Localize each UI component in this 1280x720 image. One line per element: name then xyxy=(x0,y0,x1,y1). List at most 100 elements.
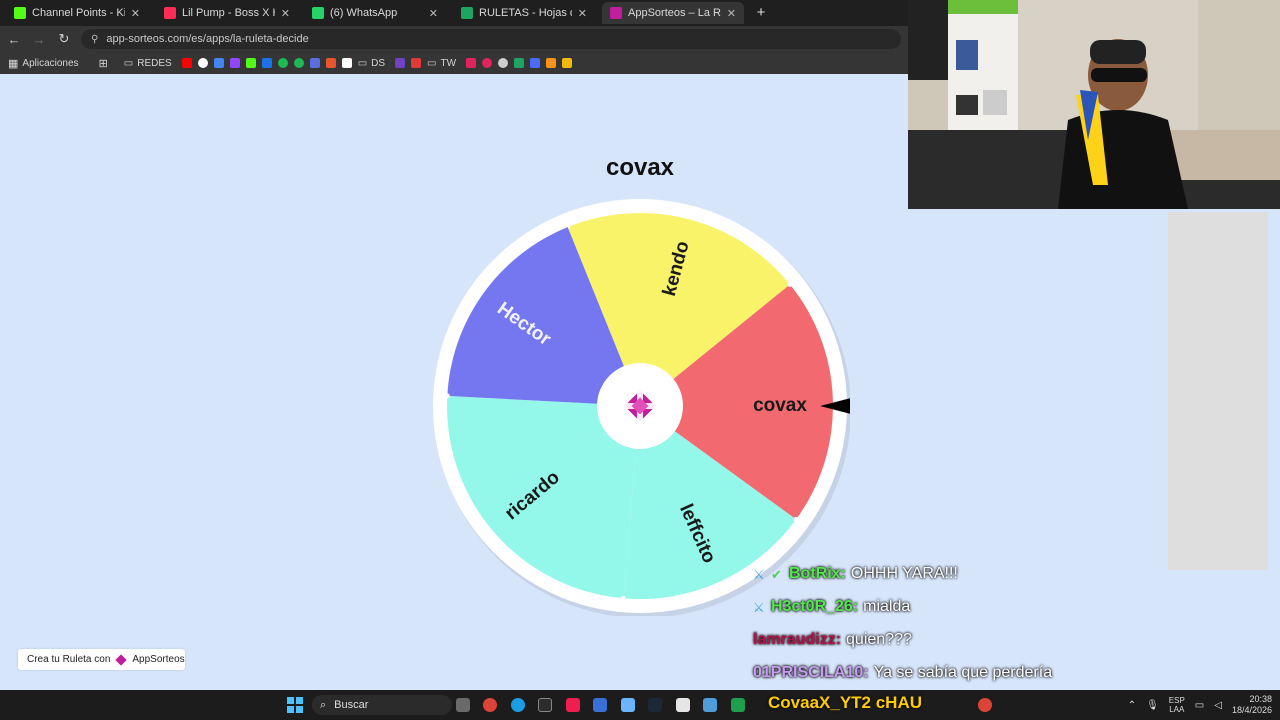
bookmark-icon[interactable] xyxy=(482,58,493,68)
taskbar-search[interactable]: ⌕ Buscar xyxy=(312,695,452,715)
site-info-icon[interactable]: ⚲ xyxy=(91,34,98,45)
bookmark-icon[interactable] xyxy=(325,58,336,68)
forward-arrow-icon[interactable]: → xyxy=(28,32,50,47)
browser-tab[interactable]: Lil Pump - Boss X Hunnid d ✕ xyxy=(156,2,298,24)
tab-title: Lil Pump - Boss X Hunnid d xyxy=(182,7,275,19)
language-layout: LAA xyxy=(1169,705,1185,714)
moderator-sword-icon: ⚔ xyxy=(753,599,765,615)
google-bookmark-icon[interactable] xyxy=(197,58,208,68)
kick-bookmark-icon[interactable] xyxy=(245,58,256,68)
bookmark-icon[interactable] xyxy=(546,58,557,68)
bookmark-icon[interactable] xyxy=(395,58,406,68)
spotify-bookmark-icon[interactable] xyxy=(277,58,288,68)
tab-close-icon[interactable]: ✕ xyxy=(281,7,290,20)
grid-icon[interactable]: ⊞ xyxy=(99,57,108,70)
app-taskbar-icon[interactable] xyxy=(676,698,690,712)
tab-title: AppSorteos – La Ruleta de xyxy=(628,7,721,19)
browser-tab[interactable]: (6) WhatsApp ✕ xyxy=(304,2,446,24)
network-icon[interactable]: ▭ xyxy=(1195,700,1204,711)
bookmark-label: REDES xyxy=(137,57,172,69)
create-wheel-link[interactable]: Crea tu Ruleta con AppSorteos xyxy=(18,649,185,670)
new-tab-button[interactable]: + xyxy=(752,4,770,22)
chevron-up-icon[interactable]: ⌃ xyxy=(1128,700,1136,711)
clock-time: 20:38 xyxy=(1249,694,1272,704)
youtube-bookmark-icon[interactable] xyxy=(181,58,192,68)
bookmark-folder-ds[interactable]: ▭ DS xyxy=(358,58,385,69)
chat-text: mialda xyxy=(863,597,911,615)
folder-icon: ▭ xyxy=(427,57,437,69)
bookmark-icon[interactable] xyxy=(411,58,422,68)
bookmark-folder-redes[interactable]: ▭ REDES xyxy=(124,58,172,69)
wheel-label-covax: covax xyxy=(753,395,807,416)
tab-close-icon[interactable]: ✕ xyxy=(131,7,140,20)
roulette-wheel[interactable]: kendocovaxleffcitoricardoHector xyxy=(430,196,850,616)
tab-favicon-icon xyxy=(461,7,473,19)
chat-username: BotRix: xyxy=(789,564,846,582)
reload-icon[interactable]: ↻ xyxy=(53,31,75,47)
bookmark-icon[interactable] xyxy=(562,58,573,68)
chat-username: H3ct0R_26: xyxy=(771,597,859,615)
search-icon: ⌕ xyxy=(320,698,327,711)
chrome-taskbar-icon[interactable] xyxy=(483,698,497,712)
tab-close-icon[interactable]: ✕ xyxy=(727,7,736,20)
app-taskbar-icon[interactable] xyxy=(593,698,607,712)
segment-divider-dot xyxy=(444,393,450,399)
bookmark-icon[interactable] xyxy=(341,58,352,68)
bookmark-icon[interactable] xyxy=(466,58,477,68)
url-field[interactable]: ⚲ app-sorteos.com/es/apps/la-ruleta-deci… xyxy=(81,29,901,49)
bookmark-folder-tw[interactable]: ▭ TW xyxy=(427,58,456,69)
bookmark-icon[interactable] xyxy=(498,58,509,68)
segment-divider-dot xyxy=(787,282,793,287)
chat-username: 01PRISCILA10: xyxy=(753,663,869,681)
bookmark-apps[interactable]: ▦ Aplicaciones xyxy=(8,57,79,70)
language-indicator[interactable]: ESP LAA xyxy=(1169,696,1185,714)
app-taskbar-icon[interactable] xyxy=(621,698,635,712)
excel-taskbar-icon[interactable] xyxy=(731,698,745,712)
system-tray: ⌃ 🎙 ESP LAA ▭ ◁ 20:38 18/4/2026 xyxy=(1128,694,1272,716)
credit-text: Crea tu Ruleta con xyxy=(27,654,111,665)
tab-close-icon[interactable]: ✕ xyxy=(429,7,438,20)
edge-taskbar-icon[interactable] xyxy=(511,698,525,712)
bookmark-icon[interactable] xyxy=(514,58,525,68)
bookmark-icon[interactable] xyxy=(530,58,541,68)
moderator-sword-icon: ⚔ xyxy=(753,566,765,582)
windows-start-icon[interactable] xyxy=(287,697,303,713)
bookmark-label: Aplicaciones xyxy=(22,57,79,69)
terminal-taskbar-icon[interactable] xyxy=(538,698,552,712)
folder-icon: ▭ xyxy=(123,57,134,69)
chat-text: quien??? xyxy=(846,630,912,648)
bookmark-label: DS xyxy=(371,57,386,69)
twitch-bookmark-icon[interactable] xyxy=(229,58,240,68)
chrome-active-taskbar-icon[interactable] xyxy=(978,698,992,712)
tab-title: RULETAS - Hojas de cálculo de xyxy=(479,7,572,19)
steam-taskbar-icon[interactable] xyxy=(648,698,662,712)
stream-overlay-text: CovaaX_YT2 cHAU xyxy=(768,693,923,712)
task-view-icon[interactable] xyxy=(456,698,470,712)
back-arrow-icon[interactable]: ← xyxy=(3,32,25,47)
microphone-icon[interactable]: 🎙 xyxy=(1146,700,1159,711)
bookmark-icon[interactable] xyxy=(261,58,272,68)
chat-message: ⚔ H3ct0R_26: mialda xyxy=(753,590,1052,623)
tab-favicon-icon xyxy=(164,7,176,19)
chat-text: OHHH YARA!!! xyxy=(850,564,958,582)
tab-favicon-icon xyxy=(312,7,324,19)
tab-favicon-icon xyxy=(610,7,622,19)
winner-title: covax xyxy=(605,154,675,181)
chat-message: lamraudizz: quien??? xyxy=(753,623,1052,656)
language-code: ESP xyxy=(1168,696,1185,705)
translate-bookmark-icon[interactable] xyxy=(213,58,224,68)
notes-taskbar-icon[interactable] xyxy=(703,698,717,712)
chat-message: 01PRISCILA10: Ya se sabía que perdería xyxy=(753,656,1052,689)
chat-message: ⚔ ✔ BotRix: OHHH YARA!!! xyxy=(753,557,1052,590)
clock[interactable]: 20:38 18/4/2026 xyxy=(1232,694,1272,716)
tiktok-taskbar-icon[interactable] xyxy=(566,698,580,712)
browser-tab[interactable]: AppSorteos – La Ruleta de ✕ xyxy=(602,2,744,24)
bookmark-icon[interactable] xyxy=(309,58,320,68)
browser-tab[interactable]: Channel Points - Kick Dashboa ✕ xyxy=(6,2,148,24)
volume-icon[interactable]: ◁ xyxy=(1214,700,1222,711)
spotify-bookmark-icon-2[interactable] xyxy=(293,58,304,68)
segment-divider-dot xyxy=(793,516,799,522)
clock-date: 18/4/2026 xyxy=(1231,705,1272,715)
tab-close-icon[interactable]: ✕ xyxy=(578,7,587,20)
browser-tab[interactable]: RULETAS - Hojas de cálculo de ✕ xyxy=(453,2,595,24)
